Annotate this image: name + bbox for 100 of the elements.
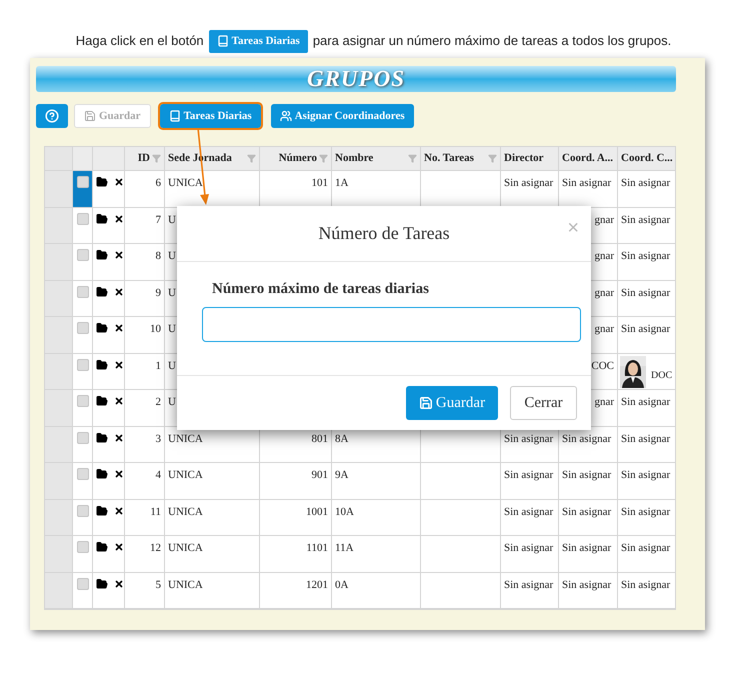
delete-icon[interactable] bbox=[114, 506, 124, 516]
table-cell-text: UNICA bbox=[168, 468, 203, 483]
table-cell-text: 801 bbox=[312, 432, 328, 446]
modal-title: Número de Tareas bbox=[318, 222, 450, 245]
book-icon bbox=[216, 35, 229, 47]
page-title: GRUPOS bbox=[306, 64, 405, 93]
folder-icon[interactable] bbox=[96, 249, 108, 261]
folder-icon[interactable] bbox=[96, 578, 108, 590]
checkbox[interactable] bbox=[76, 212, 88, 224]
column-header[interactable]: Coord. A... bbox=[562, 150, 614, 167]
table-cell-text: gnar bbox=[594, 212, 614, 228]
checkbox[interactable] bbox=[76, 468, 88, 480]
folder-icon[interactable] bbox=[96, 176, 108, 188]
table-cell-text: 12 bbox=[150, 541, 161, 556]
table-cell-text: U bbox=[168, 358, 176, 374]
delete-icon[interactable] bbox=[114, 286, 124, 296]
delete-icon[interactable] bbox=[114, 177, 124, 187]
filter-icon[interactable] bbox=[247, 154, 256, 163]
checkbox[interactable] bbox=[76, 358, 88, 370]
table-cell-text: Sin asignar bbox=[621, 468, 670, 483]
table-cell-text: Sin asignar bbox=[621, 286, 670, 300]
table-cell-text: 1101 bbox=[306, 541, 328, 556]
table-cell-text: 8A bbox=[335, 432, 348, 446]
checkbox[interactable] bbox=[76, 249, 88, 261]
users-icon bbox=[280, 110, 292, 122]
checkbox[interactable] bbox=[76, 432, 88, 444]
column-header[interactable]: ID bbox=[138, 150, 150, 167]
input-field[interactable] bbox=[202, 306, 581, 342]
table-cell-text: 8 bbox=[156, 249, 161, 264]
table-cell-text: UNICA bbox=[168, 176, 203, 191]
checkbox[interactable] bbox=[76, 578, 88, 590]
folder-icon[interactable] bbox=[96, 541, 108, 553]
column-header[interactable]: Nombre bbox=[335, 150, 374, 167]
delete-icon[interactable] bbox=[114, 578, 124, 588]
filter-icon[interactable] bbox=[488, 154, 497, 163]
delete-icon[interactable] bbox=[114, 542, 124, 552]
table-cell-text: UNICA bbox=[168, 578, 203, 592]
checkbox[interactable] bbox=[76, 504, 88, 516]
table-cell-text: COC bbox=[591, 358, 614, 374]
table-cell-text: U bbox=[168, 322, 176, 337]
save-icon bbox=[84, 110, 96, 122]
column-header[interactable]: Número bbox=[278, 150, 317, 167]
folder-icon[interactable] bbox=[96, 468, 108, 480]
folder-icon[interactable] bbox=[96, 395, 108, 407]
caption-text: para asignar un número máximo de tareas a todos los grupos. bbox=[312, 32, 672, 50]
close-dialog-button[interactable]: Cerrar bbox=[510, 386, 577, 420]
table-cell-text: 4 bbox=[156, 468, 161, 483]
column-header[interactable]: Director bbox=[504, 150, 544, 167]
checkbox[interactable] bbox=[76, 322, 88, 334]
table-cell-text: Sin asignar bbox=[621, 322, 670, 337]
table-cell-text: 1A bbox=[335, 176, 348, 191]
filter-icon[interactable] bbox=[319, 154, 328, 163]
table-cell-text: Sin asignar bbox=[621, 504, 670, 520]
checkbox[interactable] bbox=[76, 176, 88, 188]
delete-icon[interactable] bbox=[114, 396, 124, 406]
checkbox[interactable] bbox=[76, 541, 88, 553]
folder-icon[interactable] bbox=[96, 432, 108, 444]
table-cell-text: UNICA bbox=[168, 432, 203, 446]
table-cell-text: Sin asignar bbox=[504, 468, 554, 483]
book-icon bbox=[168, 110, 181, 122]
caption-text: Haga click en el botón bbox=[76, 32, 204, 50]
folder-icon[interactable] bbox=[96, 322, 108, 334]
table-cell-text: U bbox=[168, 395, 176, 410]
table-cell-text: 7 bbox=[156, 212, 161, 228]
table-cell-text: 11 bbox=[150, 504, 161, 520]
filter-icon[interactable] bbox=[152, 154, 161, 163]
table-cell-text: U bbox=[168, 212, 176, 228]
folder-icon[interactable] bbox=[96, 286, 108, 298]
delete-icon[interactable] bbox=[114, 432, 124, 442]
folder-icon[interactable] bbox=[96, 358, 108, 370]
help-button[interactable] bbox=[36, 104, 68, 128]
checkbox[interactable] bbox=[76, 286, 88, 298]
tasks-button-image: Tareas Diarias bbox=[208, 30, 308, 52]
filter-icon[interactable] bbox=[408, 154, 417, 163]
table-cell-text: gnar bbox=[594, 286, 614, 300]
table-cell-text: 10 bbox=[150, 322, 161, 337]
table-cell-text: Sin asignar bbox=[504, 578, 554, 592]
column-header[interactable]: Coord. C... bbox=[621, 150, 673, 167]
delete-icon[interactable] bbox=[114, 360, 124, 370]
table-cell-text: 11A bbox=[335, 541, 354, 556]
folder-icon[interactable] bbox=[96, 212, 108, 224]
table-cell-text: Sin asignar bbox=[621, 249, 670, 264]
table-cell-text: 1001 bbox=[306, 504, 328, 520]
table-cell-text: UNICA bbox=[168, 541, 203, 556]
checkbox[interactable] bbox=[76, 395, 88, 407]
table-cell-text: U bbox=[168, 249, 176, 264]
delete-icon[interactable] bbox=[114, 250, 124, 260]
table-cell-text: gnar bbox=[594, 395, 614, 410]
table-cell-text: gnar bbox=[594, 249, 614, 264]
table-cell-text: Sin asignar bbox=[562, 504, 612, 520]
delete-icon[interactable] bbox=[114, 469, 124, 479]
table-cell-text: Sin asignar bbox=[621, 432, 670, 446]
delete-icon[interactable] bbox=[114, 214, 124, 224]
table-cell-text: Sin asignar bbox=[562, 468, 612, 483]
folder-icon[interactable] bbox=[96, 504, 108, 516]
column-header[interactable]: No. Tareas bbox=[424, 150, 474, 167]
table-cell-text: Sin asignar bbox=[504, 504, 554, 520]
save-icon bbox=[418, 396, 433, 410]
table-cell-text: Sin asignar bbox=[504, 176, 554, 191]
delete-icon[interactable] bbox=[114, 323, 124, 333]
